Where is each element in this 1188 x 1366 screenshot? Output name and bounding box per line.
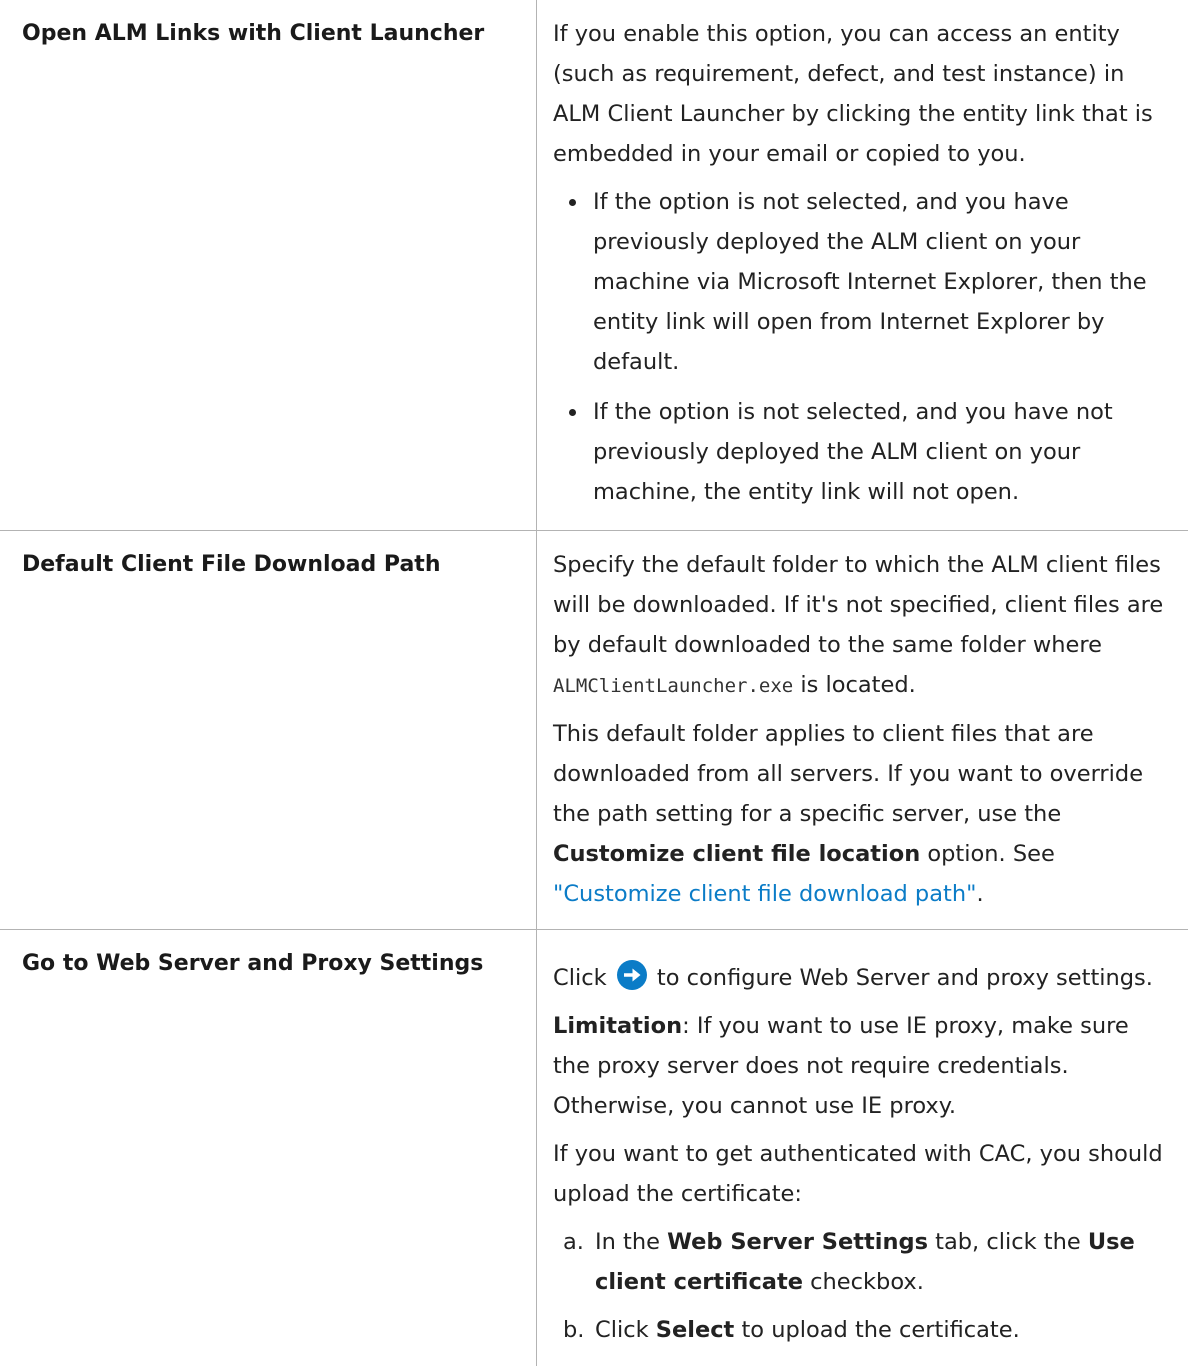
ui-element-bold: Web Server Settings — [667, 1229, 928, 1255]
file-name-code: ALMClientLauncher.exe — [553, 675, 793, 697]
step-marker: b. — [563, 1310, 584, 1350]
description-paragraph: Limitation: If you want to use IE proxy,… — [553, 1006, 1170, 1126]
table-row: Default Client File Download Path Specif… — [0, 531, 1188, 930]
text-run: This default folder applies to client fi… — [553, 721, 1143, 827]
description-paragraph: Click to configure Web Server and proxy … — [553, 958, 1170, 998]
text-run: Click — [553, 965, 607, 991]
option-reference-bold: Customize client file location — [553, 841, 920, 867]
text-run: Click — [595, 1317, 656, 1343]
text-run: to configure Web Server and proxy settin… — [650, 965, 1153, 991]
option-name: Go to Web Server and Proxy Settings — [0, 930, 536, 984]
list-item: a. In the Web Server Settings tab, click… — [553, 1222, 1170, 1302]
bullet-dot-icon — [569, 409, 576, 416]
option-name-cell: Go to Web Server and Proxy Settings — [0, 930, 537, 1366]
option-description-cell: If you enable this option, you can acces… — [537, 0, 1188, 531]
bullet-list: If the option is not selected, and you h… — [553, 182, 1170, 530]
list-item: b. Click Select to upload the certificat… — [553, 1310, 1170, 1350]
option-description-cell: Specify the default folder to which the … — [537, 531, 1188, 930]
limitation-label: Limitation — [553, 1013, 682, 1039]
list-item: If the option is not selected, and you h… — [553, 182, 1170, 382]
table-row: Open ALM Links with Client Launcher If y… — [0, 0, 1188, 531]
customize-download-path-link[interactable]: "Customize client file download path" — [553, 881, 976, 907]
table-row: Go to Web Server and Proxy Settings Clic… — [0, 930, 1188, 1366]
step-marker: a. — [563, 1222, 584, 1262]
options-table: Open ALM Links with Client Launcher If y… — [0, 0, 1188, 1366]
text-run: checkbox. — [803, 1269, 924, 1295]
bullet-dot-icon — [569, 199, 576, 206]
option-name: Open ALM Links with Client Launcher — [0, 0, 536, 54]
text-run: option. See — [920, 841, 1055, 867]
step-list: a. In the Web Server Settings tab, click… — [553, 1222, 1170, 1366]
text-run: . — [976, 881, 983, 907]
description-paragraph: Specify the default folder to which the … — [553, 545, 1170, 706]
text-run: In the — [595, 1229, 667, 1255]
text-run: to upload the certificate. — [734, 1317, 1019, 1343]
list-item-text: If the option is not selected, and you h… — [593, 399, 1113, 505]
option-description-cell: Click to configure Web Server and proxy … — [537, 930, 1188, 1366]
description-paragraph: This default folder applies to client fi… — [553, 714, 1170, 914]
text-run: Specify the default folder to which the … — [553, 552, 1163, 658]
option-name-cell: Open ALM Links with Client Launcher — [0, 0, 537, 531]
text-run: tab, click the — [928, 1229, 1088, 1255]
option-name: Default Client File Download Path — [0, 531, 536, 585]
description-paragraph: If you want to get authenticated with CA… — [553, 1134, 1170, 1214]
ui-element-bold: Select — [656, 1317, 735, 1343]
list-item: If the option is not selected, and you h… — [553, 392, 1170, 512]
option-name-cell: Default Client File Download Path — [0, 531, 537, 930]
arrow-right-circle-icon[interactable] — [616, 959, 648, 991]
text-run: is located. — [793, 672, 916, 698]
list-item-text: If the option is not selected, and you h… — [593, 189, 1147, 375]
description-paragraph: If you enable this option, you can acces… — [553, 14, 1170, 174]
